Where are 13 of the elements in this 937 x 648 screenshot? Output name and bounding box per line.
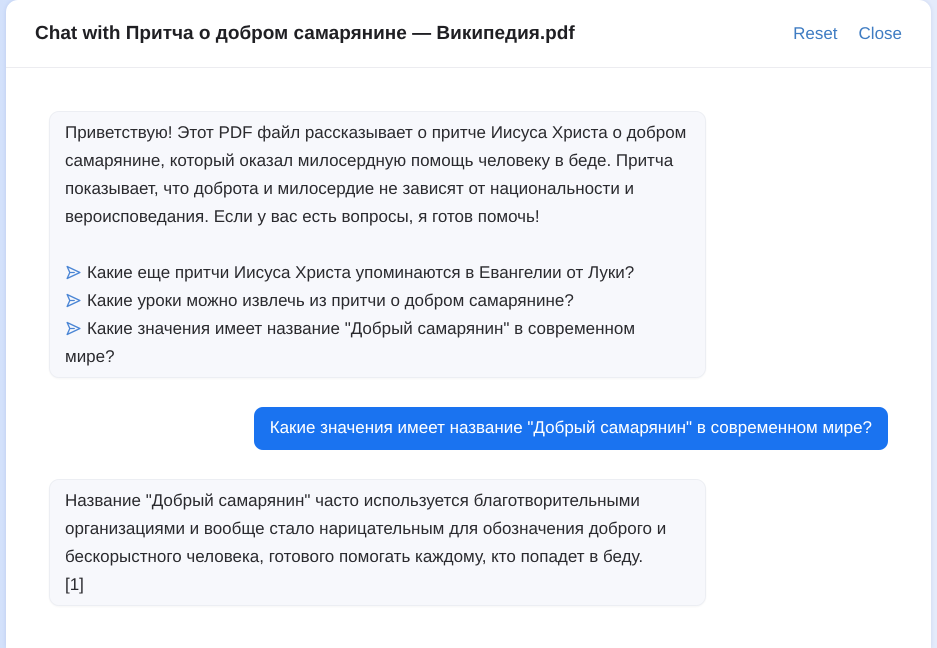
reset-button[interactable]: Reset — [793, 24, 838, 44]
send-icon — [65, 320, 82, 337]
message-text: Название "Добрый самарянин" часто используется благотворительными организациями и вообще стало нарицательным для обозначения доброго и бескорыстного человека, готового помогать каждому, кто попадет в беду. — [65, 490, 668, 568]
window-title: Chat with Притча о добром самарянине — Википедия.pdf — [35, 22, 576, 44]
user-message: Какие значения имеет название "Добрый самарянин" в современном мире? — [254, 407, 888, 450]
close-button[interactable]: Close — [858, 24, 902, 44]
suggested-question[interactable]: Какие уроки можно извлечь из притчи о добром самарянине? — [65, 287, 686, 315]
message-text: Приветствую! Этот PDF файл рассказывает о притче Иисуса Христа о добром самарянине, который оказал милосердную помощь человеку в беде. Притча показывает, что доброта и милосердие не зависят от национальности и вероисповедания. Если у вас есть вопросы, я готов помочь! — [65, 122, 688, 228]
send-icon — [65, 264, 82, 281]
suggested-question[interactable]: Какие еще притчи Иисуса Христа упоминаются в Евангелии от Луки? — [65, 259, 686, 287]
citation-text: [1] — [65, 574, 85, 596]
suggested-question[interactable]: Какие значения имеет название "Добрый самарянин" в современном мире? — [65, 315, 686, 371]
send-icon — [65, 292, 82, 309]
